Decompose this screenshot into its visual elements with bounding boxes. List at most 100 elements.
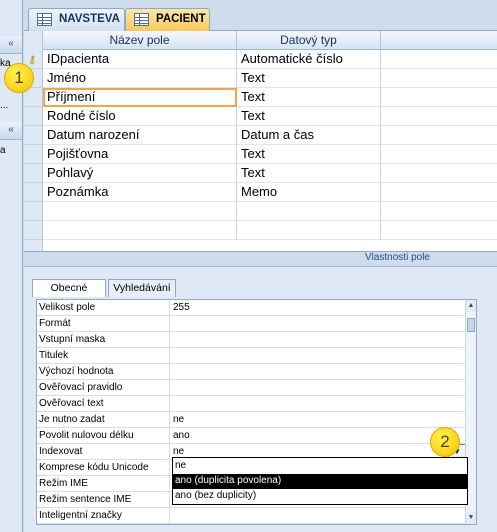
data-type-cell[interactable]: [237, 202, 381, 221]
annotation-badge-1: 1: [4, 63, 34, 93]
property-value[interactable]: ano: [171, 428, 467, 444]
field-name-cell[interactable]: [43, 221, 237, 240]
property-value[interactable]: [171, 364, 467, 380]
property-value[interactable]: [171, 380, 467, 396]
data-type-cell[interactable]: Memo: [237, 183, 381, 202]
description-cell[interactable]: [381, 221, 497, 240]
data-type-cell[interactable]: [237, 221, 381, 240]
field-row[interactable]: Pohlavý Text: [24, 164, 497, 183]
table-icon: [134, 13, 149, 26]
data-type-cell[interactable]: Text: [237, 88, 381, 107]
dropdown-option-no-duplicates[interactable]: ano (bez duplicity): [173, 489, 467, 504]
property-row[interactable]: Výchozí hodnota: [37, 364, 467, 380]
tab-pacient[interactable]: PACIENT: [125, 8, 210, 31]
field-row-selected[interactable]: Příjmení Text: [24, 88, 497, 107]
field-name-cell[interactable]: Rodné číslo: [43, 107, 237, 126]
column-header-description[interactable]: [381, 31, 497, 50]
property-label: Indexovat: [37, 444, 170, 460]
description-cell[interactable]: [381, 202, 497, 221]
field-properties-header: Vlastnosti pole: [24, 252, 497, 266]
property-value[interactable]: [171, 348, 467, 364]
field-row[interactable]: Poznámka Memo: [24, 183, 497, 202]
field-row-empty[interactable]: [24, 221, 497, 240]
property-label: Povolit nulovou délku: [37, 428, 170, 444]
description-cell[interactable]: [381, 145, 497, 164]
property-value[interactable]: ne: [171, 412, 467, 428]
field-row[interactable]: ⚷ IDpacienta Automatické číslo: [24, 50, 497, 69]
nav-collapse-button-2[interactable]: «: [0, 122, 22, 140]
scroll-down-arrow-icon[interactable]: ▼: [466, 512, 476, 524]
field-name-cell[interactable]: Pojišťovna: [43, 145, 237, 164]
property-row[interactable]: Ověřovací pravidlo: [37, 380, 467, 396]
column-header-data-type[interactable]: Datový typ: [237, 31, 381, 50]
property-row[interactable]: Povolit nulovou délku ano: [37, 428, 467, 444]
property-row[interactable]: Velikost pole 255: [37, 300, 467, 316]
property-value[interactable]: [171, 396, 467, 412]
scroll-up-arrow-icon[interactable]: ▲: [466, 300, 476, 312]
field-row[interactable]: Rodné číslo Text: [24, 107, 497, 126]
field-row[interactable]: Datum narození Datum a čas: [24, 126, 497, 145]
data-type-cell[interactable]: Automatické číslo: [237, 50, 381, 69]
property-row[interactable]: Ověřovací text: [37, 396, 467, 412]
field-row[interactable]: Pojišťovna Text: [24, 145, 497, 164]
data-type-cell[interactable]: Text: [237, 107, 381, 126]
description-cell[interactable]: [381, 50, 497, 69]
tab-lookup[interactable]: Vyhledávání: [108, 279, 176, 297]
property-value[interactable]: [171, 508, 467, 524]
property-row[interactable]: Je nutno zadat ne: [37, 412, 467, 428]
row-selector[interactable]: [24, 202, 43, 221]
field-row-empty[interactable]: [24, 202, 497, 221]
nav-item-fragment-3[interactable]: a: [0, 145, 6, 156]
row-selector[interactable]: [24, 164, 43, 183]
description-cell[interactable]: [381, 183, 497, 202]
property-row[interactable]: Inteligentní značky: [37, 508, 467, 524]
column-header-field-name[interactable]: Název pole: [43, 31, 237, 50]
data-type-cell[interactable]: Text: [237, 145, 381, 164]
nav-collapse-button-1[interactable]: «: [0, 36, 22, 54]
property-label: Režim IME: [37, 476, 170, 492]
document-tab-bar: NAVSTEVA PACIENT: [24, 0, 497, 31]
property-row[interactable]: Titulek: [37, 348, 467, 364]
field-name-cell[interactable]: Příjmení: [43, 88, 237, 107]
data-type-cell[interactable]: Datum a čas: [237, 126, 381, 145]
row-selector[interactable]: [24, 183, 43, 202]
tab-navsteva[interactable]: NAVSTEVA: [28, 8, 125, 31]
scrollbar-thumb[interactable]: [467, 318, 475, 332]
row-selector[interactable]: [24, 221, 43, 240]
property-value[interactable]: [171, 332, 467, 348]
field-name-cell[interactable]: IDpacienta: [43, 50, 237, 69]
field-name-cell[interactable]: [43, 202, 237, 221]
description-cell[interactable]: [381, 164, 497, 183]
property-value[interactable]: 255: [171, 300, 467, 316]
dropdown-option-duplicates-allowed[interactable]: ano (duplicita povolena): [173, 474, 467, 489]
property-label: Inteligentní značky: [37, 508, 170, 524]
property-label: Ověřovací text: [37, 396, 170, 412]
property-value[interactable]: [171, 316, 467, 332]
description-cell[interactable]: [381, 107, 497, 126]
property-label: Je nutno zadat: [37, 412, 170, 428]
row-selector[interactable]: [24, 88, 43, 107]
data-type-cell[interactable]: Text: [237, 69, 381, 88]
dropdown-option-ne[interactable]: ne: [173, 459, 467, 474]
property-row[interactable]: Vstupní maska: [37, 332, 467, 348]
table-icon: [37, 13, 52, 26]
property-label: Vstupní maska: [37, 332, 170, 348]
property-label: Ověřovací pravidlo: [37, 380, 170, 396]
field-name-cell[interactable]: Pohlavý: [43, 164, 237, 183]
field-name-cell[interactable]: Jméno: [43, 69, 237, 88]
description-cell[interactable]: [381, 88, 497, 107]
row-selector[interactable]: [24, 126, 43, 145]
description-cell[interactable]: [381, 69, 497, 88]
row-selector[interactable]: [24, 145, 43, 164]
field-row[interactable]: Jméno Text: [24, 69, 497, 88]
row-selector[interactable]: [24, 107, 43, 126]
property-label: Výchozí hodnota: [37, 364, 170, 380]
property-row[interactable]: Formát: [37, 316, 467, 332]
field-name-cell[interactable]: Poznámka: [43, 183, 237, 202]
description-cell[interactable]: [381, 126, 497, 145]
nav-item-fragment-2[interactable]: ...: [0, 100, 8, 111]
field-name-cell[interactable]: Datum narození: [43, 126, 237, 145]
indexed-dropdown-list: ne ano (duplicita povolena) ano (bez dup…: [172, 457, 468, 505]
data-type-cell[interactable]: Text: [237, 164, 381, 183]
tab-general[interactable]: Obecné: [32, 279, 106, 297]
